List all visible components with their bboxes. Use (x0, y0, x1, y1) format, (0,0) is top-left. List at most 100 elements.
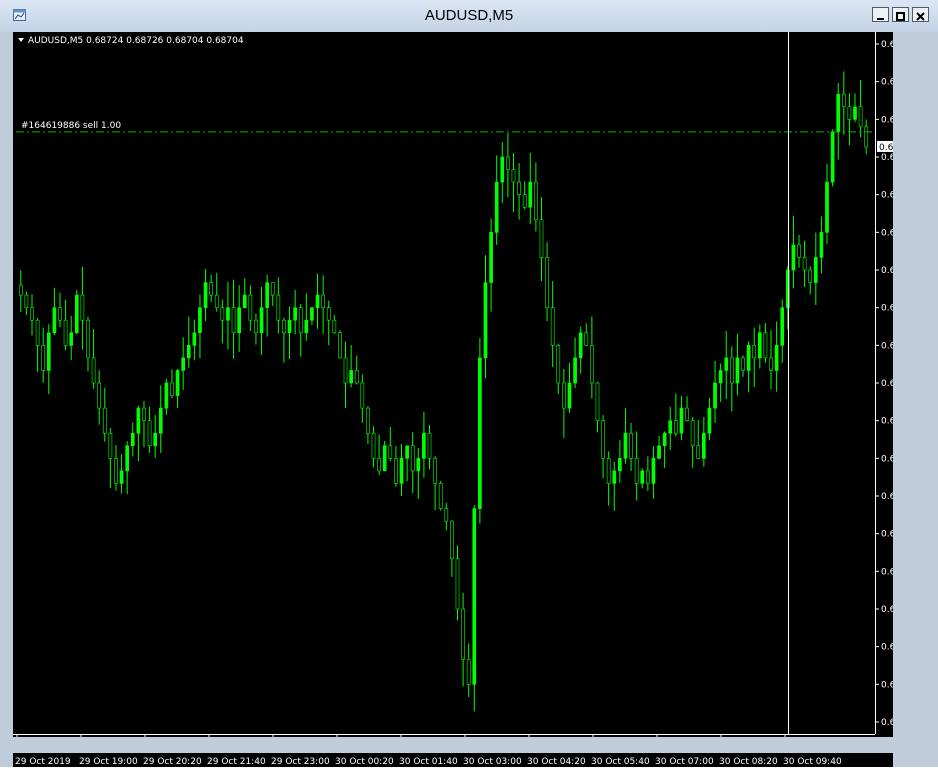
bear-candle-body (534, 181, 538, 221)
candle (595, 381, 600, 433)
candle (444, 502, 449, 531)
bull-candle-body (186, 345, 191, 359)
bear-candle-body (841, 93, 846, 108)
bull-candle-body (679, 407, 684, 434)
bear-candle-body (41, 345, 46, 371)
candle (534, 162, 538, 232)
bear-candle-body (438, 483, 443, 509)
bull-candle-body (830, 131, 835, 183)
candle (494, 155, 499, 245)
bull-candle-body (735, 357, 740, 384)
candle (343, 341, 348, 409)
candle (254, 313, 258, 345)
x-tick-label: 29 Oct 2019 (15, 757, 71, 767)
candle (662, 431, 667, 469)
bull-candle-body (707, 407, 712, 434)
candle (220, 299, 225, 344)
candle (500, 142, 505, 204)
candle (841, 71, 846, 135)
candle (427, 425, 432, 470)
candle (774, 321, 779, 392)
candle (455, 545, 460, 621)
bear-candle-body (270, 282, 275, 296)
candle (282, 317, 286, 363)
bear-candle-body (769, 357, 773, 371)
bear-candle-body (427, 432, 432, 459)
candle (209, 274, 213, 303)
restore-button[interactable] (892, 7, 909, 22)
candle (763, 323, 768, 363)
time-axis-strip: 29 Oct 2019 29 Oct 19:00 29 Oct 20:20 29 Oc… (13, 753, 893, 767)
candle (528, 152, 533, 224)
candle (164, 378, 169, 415)
bull-candle-body (130, 432, 135, 447)
candle (74, 289, 79, 335)
bull-candle-body (791, 244, 796, 271)
bear-candle-body (209, 282, 213, 296)
bear-candle-body (517, 181, 521, 195)
bull-candle-body (237, 307, 241, 334)
bull-candle-body (819, 232, 824, 258)
candles-layer (18, 71, 869, 712)
candle (780, 299, 785, 363)
candle (735, 333, 740, 396)
bear-candle-body (556, 345, 561, 384)
candle (679, 395, 684, 440)
candle (52, 287, 57, 336)
candle (640, 468, 645, 489)
bull-candle-body (651, 458, 656, 484)
bull-candle-body (175, 370, 180, 396)
title-bar[interactable]: AUDUSD,M5 (0, 0, 938, 32)
candle (422, 411, 426, 478)
candle (321, 275, 325, 334)
candle (573, 337, 577, 389)
y-tick-label: 0.68625 (881, 341, 893, 351)
bear-candle-body (674, 420, 678, 434)
candle (562, 368, 566, 438)
bear-candle-body (214, 294, 219, 308)
candle (91, 329, 96, 389)
candle (450, 520, 454, 577)
candle (808, 266, 813, 295)
close-button[interactable] (912, 7, 929, 22)
bull-candle-body (472, 508, 477, 685)
bull-candle-body (640, 470, 645, 484)
bull-candle-body (668, 420, 673, 434)
price-chart[interactable]: #164619886 sell 1.00 AUDUSD,M5 0.68724 0.… (13, 32, 893, 737)
candle (332, 315, 337, 334)
candle (46, 324, 51, 394)
minimize-button[interactable] (872, 7, 889, 22)
candle (231, 279, 236, 359)
chart-window: AUDUSD,M5 #164619886 sell 1.00 AUDUSD,M5 … (0, 0, 938, 767)
bear-candle-body (590, 345, 594, 384)
candle (410, 432, 415, 494)
bull-candle-body (618, 458, 622, 472)
candle (461, 592, 465, 687)
bull-candle-body (164, 382, 169, 409)
candle (813, 232, 818, 305)
restore-icon (896, 12, 905, 21)
candle (718, 363, 723, 402)
candle (130, 422, 135, 457)
candle (315, 273, 320, 329)
bear-candle-body (354, 370, 359, 384)
candle (472, 504, 477, 712)
bear-candle-body (97, 382, 102, 409)
bear-candle-body (690, 420, 695, 447)
candle (382, 440, 387, 472)
candle (836, 82, 841, 160)
symbol-info-label: AUDUSD,M5 0.68724 0.68726 0.68704 0.6870… (28, 36, 244, 46)
bear-candle-body (466, 658, 471, 685)
bull-candle-body (293, 307, 297, 321)
bull-candle-body (382, 445, 387, 472)
candle (147, 406, 152, 453)
bull-candle-body (853, 106, 857, 120)
axes-layer: 0.68745 0.68730 0.68715 0.68700 0.68685 0.686… (13, 32, 893, 737)
bear-candle-body (601, 420, 605, 459)
candle (242, 278, 247, 309)
x-tick-label: 30 Oct 09:40 (783, 757, 842, 767)
bull-candle-body (746, 345, 751, 371)
bear-candle-body (539, 219, 544, 258)
candlestick-chart[interactable]: #164619886 sell 1.00 AUDUSD,M5 0.68724 0.… (13, 32, 893, 737)
candle (539, 197, 544, 282)
